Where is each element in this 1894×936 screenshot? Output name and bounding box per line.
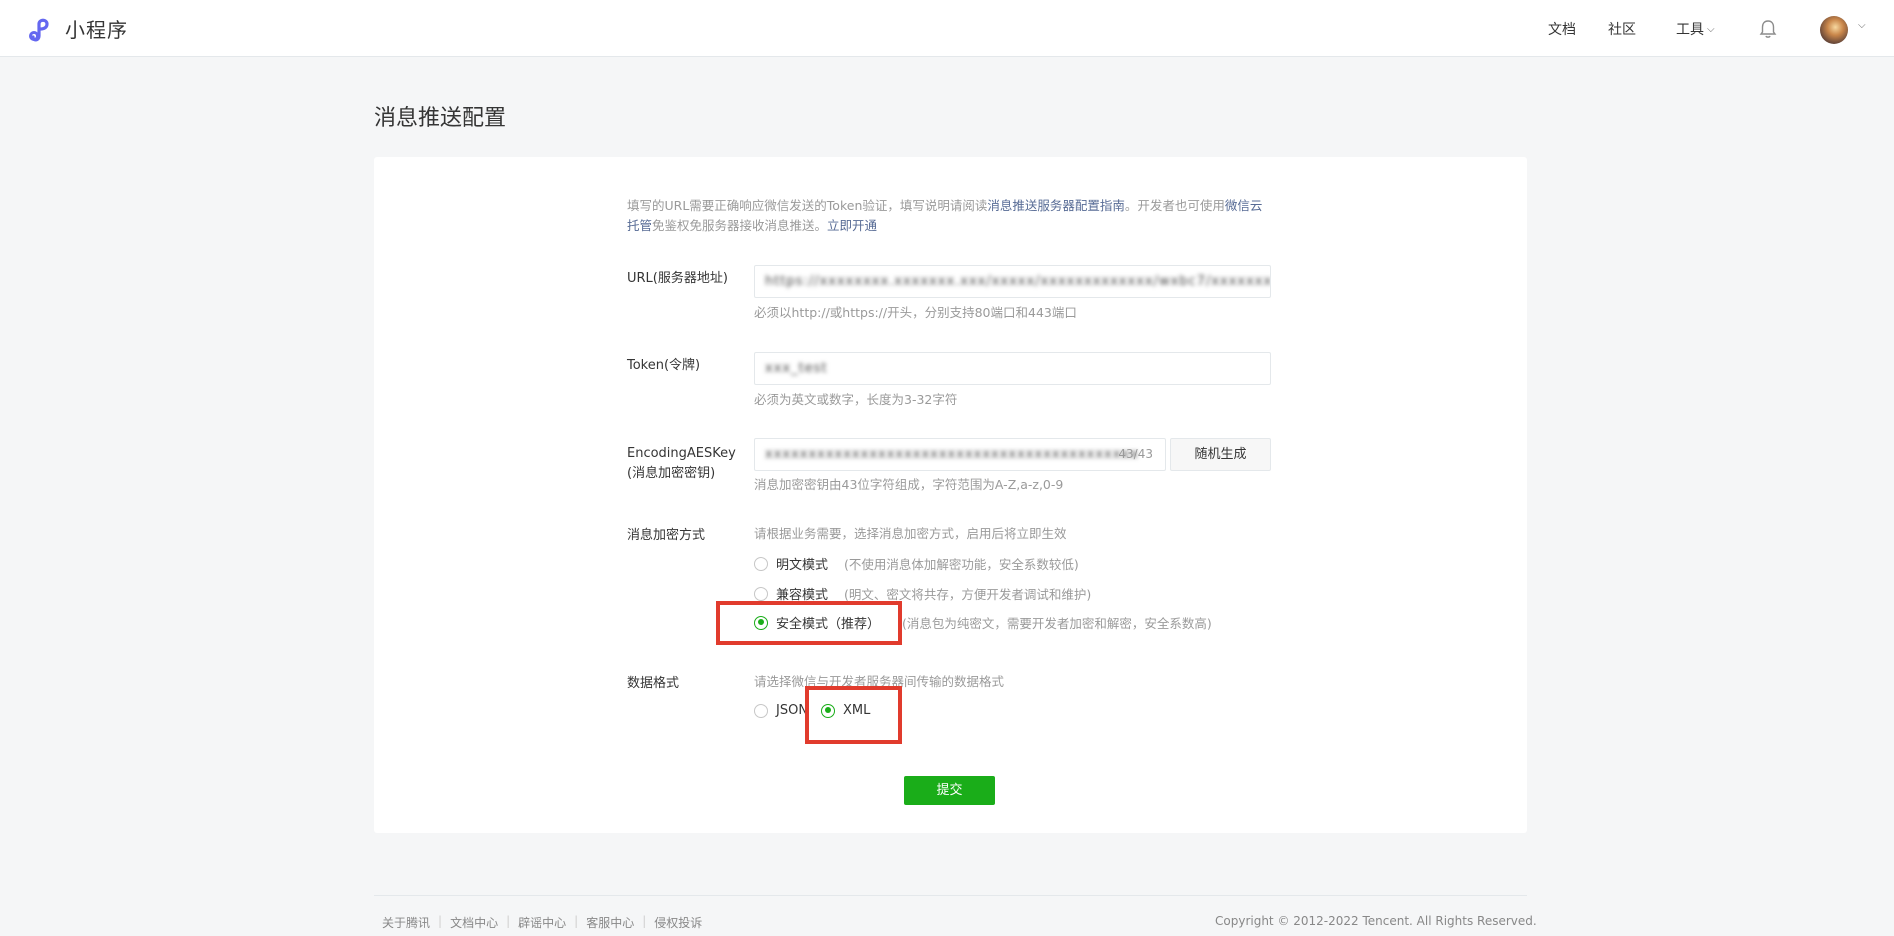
nav-tools-menu[interactable]: 工具 ⌵ bbox=[1676, 19, 1715, 39]
aes-hint: 消息加密密钥由43位字符组成，字符范围为A-Z,a-z,0-9 bbox=[754, 477, 1064, 492]
intro-text: 填写的URL需要正确响应微信发送的Token验证，填写说明请阅读消息推送服务器配… bbox=[627, 196, 1267, 236]
footer-link-about[interactable]: 关于腾讯 bbox=[382, 914, 430, 931]
miniprogram-logo-icon bbox=[29, 18, 49, 41]
encryption-label: 消息加密方式 bbox=[627, 528, 706, 543]
intro-text-before: 填写的URL需要正确响应微信发送的Token验证，填写说明请阅读 bbox=[627, 198, 988, 213]
chevron-down-icon[interactable]: ⌵ bbox=[1858, 20, 1866, 31]
plaintext-mode-label: 明文模式 bbox=[776, 558, 829, 573]
url-hint: 必须以http://或https://开头，分别支持80端口和443端口 bbox=[754, 305, 1077, 320]
intro-text-middle: 。开发者也可使用 bbox=[1124, 198, 1225, 213]
json-label: JSON bbox=[776, 703, 809, 718]
footer-separator: | bbox=[438, 914, 443, 928]
url-input[interactable]: https://xxxxxxxx.xxxxxxx.xxx/xxxxx/xxxxx… bbox=[754, 265, 1271, 298]
token-input[interactable]: xxx_test bbox=[754, 352, 1271, 385]
nav-community-link[interactable]: 社区 bbox=[1608, 19, 1636, 39]
aes-label: EncodingAESKey (消息加密密钥) bbox=[627, 444, 736, 484]
footer-links: 关于腾讯 | 文档中心 | 辟谣中心 | 客服中心 | 侵权投诉 bbox=[382, 914, 702, 931]
open-now-link[interactable]: 立即开通 bbox=[827, 218, 877, 233]
top-navigation-bar: 小程序 文档 社区 工具 ⌵ ⌵ bbox=[0, 0, 1894, 57]
aes-label-line2: (消息加密密钥) bbox=[627, 466, 716, 481]
plaintext-mode-desc: (不使用消息体加解密功能，安全系数较低) bbox=[844, 557, 1079, 572]
highlight-box-xml bbox=[805, 686, 902, 744]
radio-circle[interactable] bbox=[754, 556, 768, 571]
footer-separator: | bbox=[574, 914, 579, 928]
footer-link-complaint[interactable]: 侵权投诉 bbox=[654, 914, 702, 931]
token-value: xxx_test bbox=[765, 361, 828, 376]
radio-json[interactable]: JSON bbox=[754, 703, 808, 718]
url-value: https://xxxxxxxx.xxxxxxx.xxx/xxxxx/xxxxx… bbox=[765, 274, 1271, 289]
copyright-text: Copyright © 2012-2022 Tencent. All Right… bbox=[1215, 914, 1537, 928]
bell-icon[interactable] bbox=[1758, 18, 1778, 40]
chevron-down-icon: ⌵ bbox=[1707, 23, 1715, 35]
url-label: URL(服务器地址) bbox=[627, 271, 728, 286]
footer-separator: | bbox=[506, 914, 511, 928]
intro-text-after: 免鉴权免服务器接收消息推送。 bbox=[652, 218, 828, 233]
format-label: 数据格式 bbox=[627, 676, 680, 691]
guide-link[interactable]: 消息推送服务器配置指南 bbox=[987, 198, 1125, 213]
page-title: 消息推送配置 bbox=[374, 106, 507, 131]
aes-label-line1: EncodingAESKey bbox=[627, 446, 736, 461]
footer-link-service[interactable]: 客服中心 bbox=[586, 914, 634, 931]
nav-tools-label: 工具 bbox=[1676, 22, 1704, 38]
logo[interactable]: 小程序 bbox=[27, 14, 128, 43]
footer-link-rumor[interactable]: 辟谣中心 bbox=[518, 914, 566, 931]
secure-mode-desc: (消息包为纯密文，需要开发者加密和解密，安全系数高) bbox=[902, 616, 1212, 631]
app-name: 小程序 bbox=[65, 18, 128, 42]
footer-separator: | bbox=[642, 914, 647, 928]
submit-button[interactable]: 提交 bbox=[904, 776, 995, 805]
aes-key-counter: 43/43 bbox=[1118, 447, 1153, 461]
radio-circle[interactable] bbox=[754, 703, 768, 718]
aes-key-value: xxxxxxxxxxxxxxxxxxxxxxxxxxxxxxxxxxxxxxxx… bbox=[765, 447, 1139, 462]
footer-divider bbox=[374, 895, 1527, 896]
nav-docs-link[interactable]: 文档 bbox=[1548, 19, 1576, 39]
token-label: Token(令牌) bbox=[627, 358, 701, 373]
highlight-box-secure-mode bbox=[716, 601, 902, 645]
aes-key-input[interactable]: xxxxxxxxxxxxxxxxxxxxxxxxxxxxxxxxxxxxxxxx… bbox=[754, 438, 1166, 471]
generate-key-button[interactable]: 随机生成 bbox=[1170, 438, 1271, 471]
avatar[interactable] bbox=[1820, 16, 1848, 44]
encryption-hint: 请根据业务需要，选择消息加密方式，启用后将立即生效 bbox=[754, 526, 1067, 541]
config-card bbox=[374, 157, 1527, 833]
token-hint: 必须为英文或数字，长度为3-32字符 bbox=[754, 392, 958, 407]
footer-link-docs[interactable]: 文档中心 bbox=[450, 914, 498, 931]
radio-circle[interactable] bbox=[754, 586, 768, 601]
radio-plaintext-mode[interactable]: 明文模式 (不使用消息体加解密功能，安全系数较低) bbox=[754, 554, 1079, 573]
